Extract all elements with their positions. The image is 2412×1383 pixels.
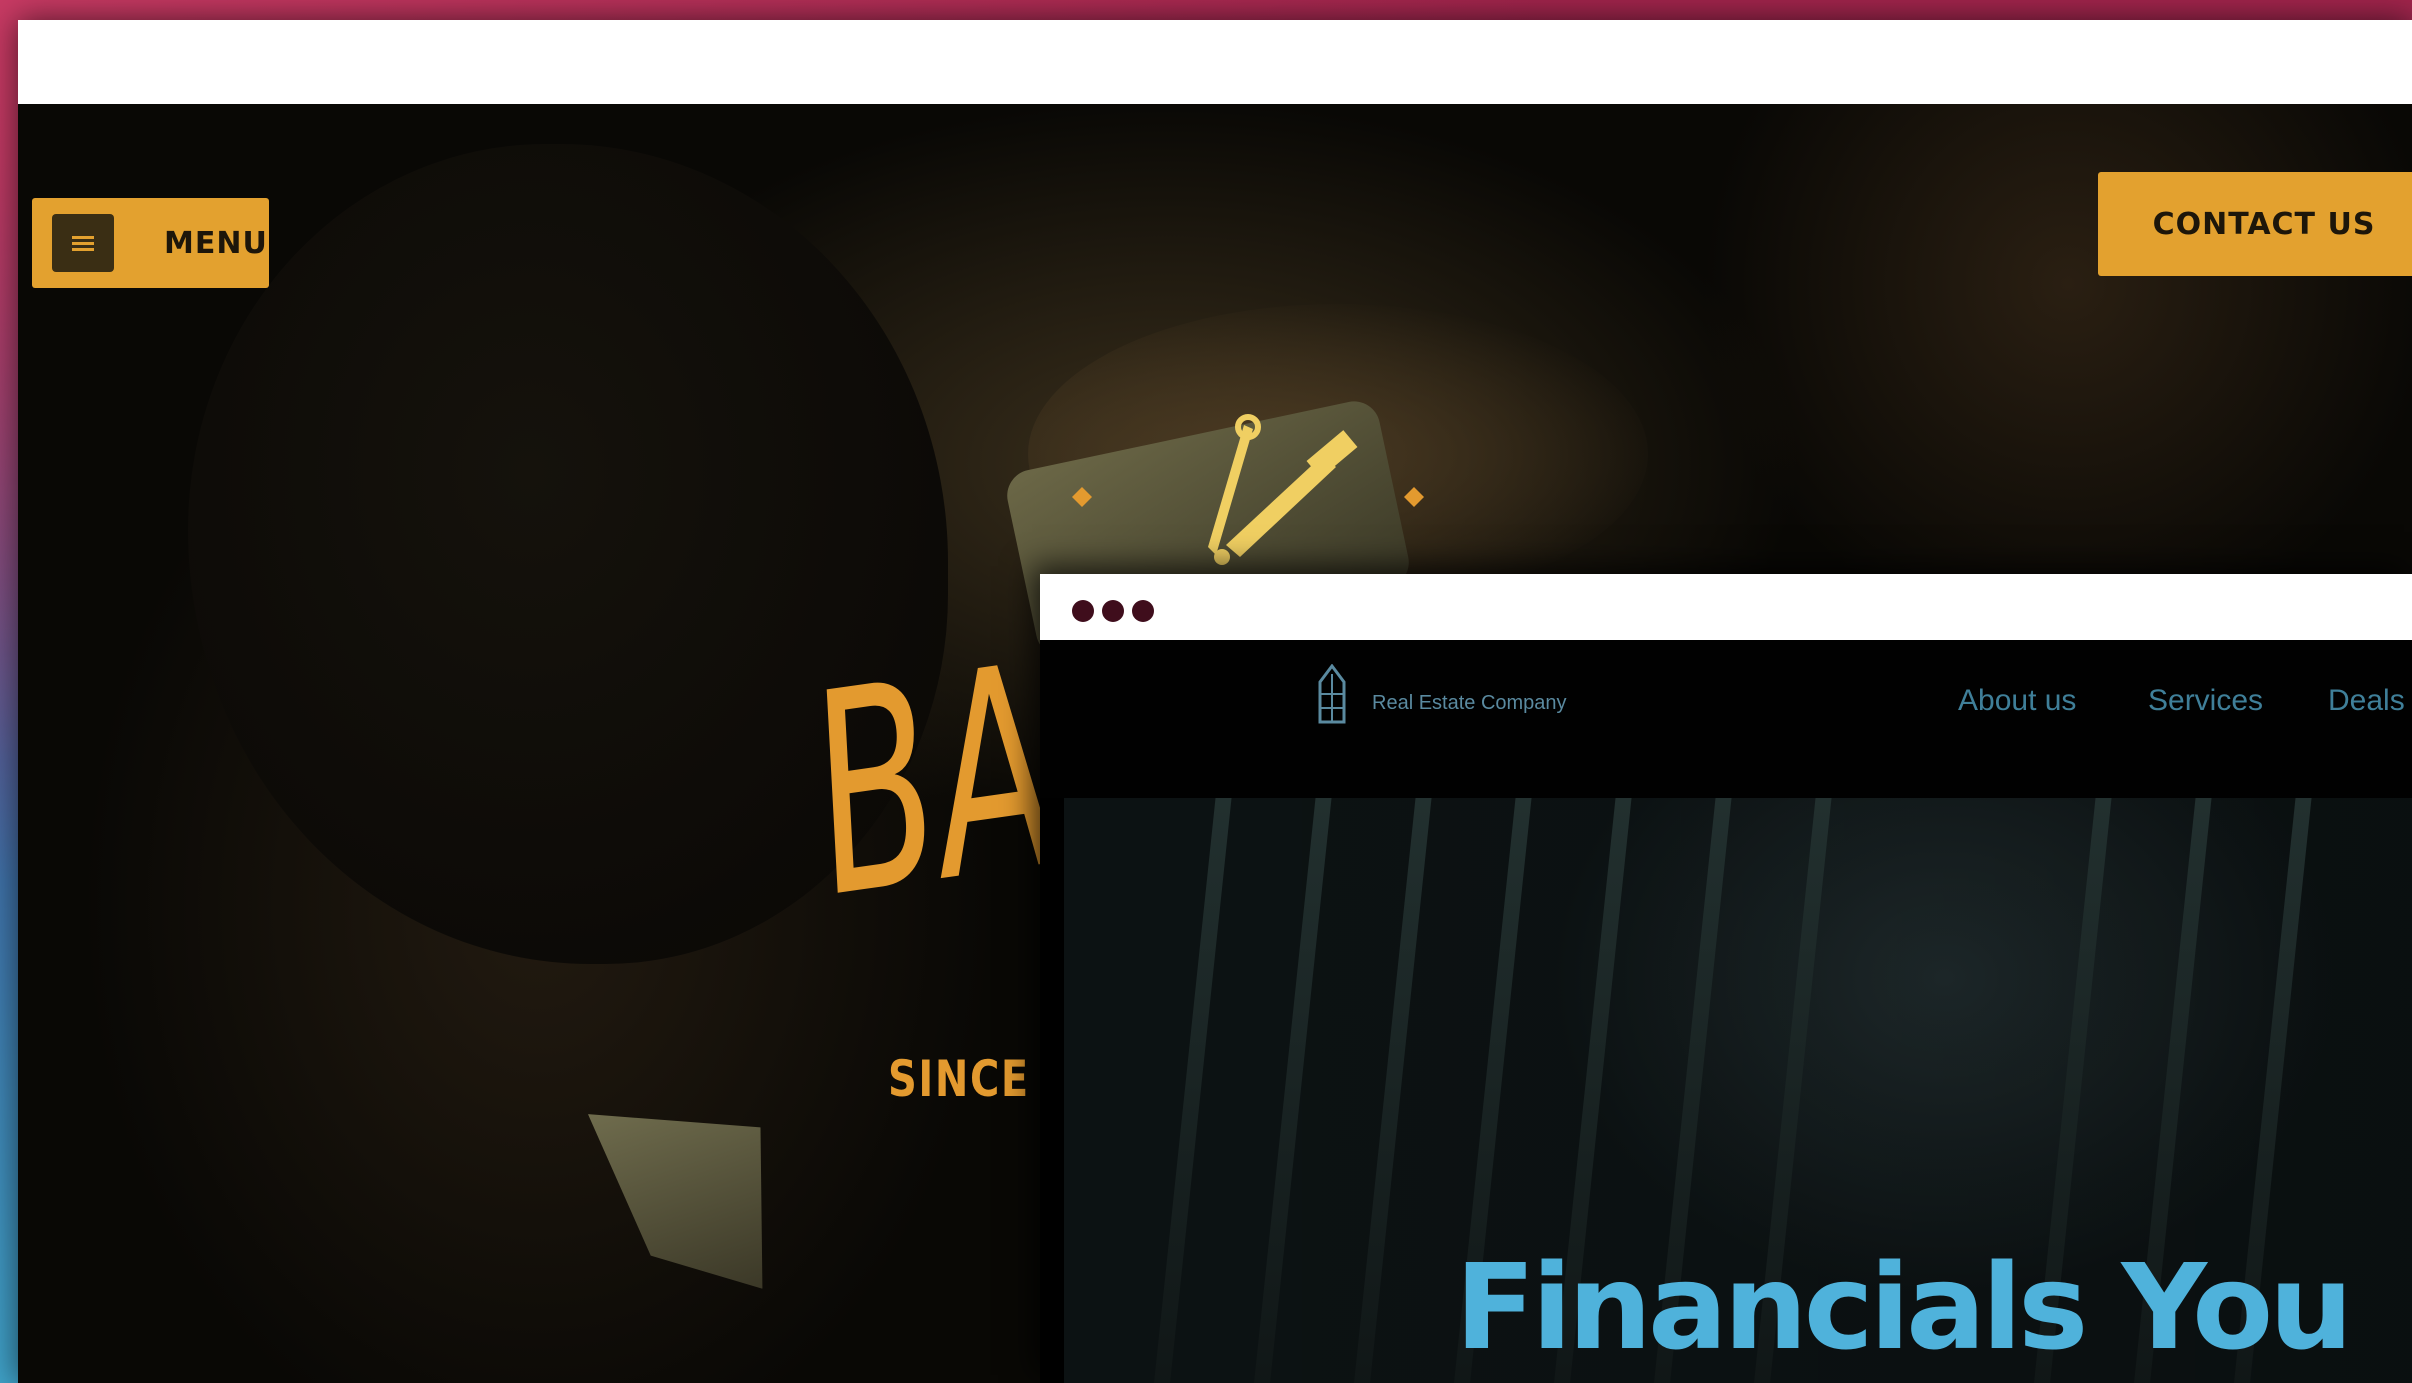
menu-button[interactable]: MENU [32,198,269,288]
menu-button-label: MENU [164,225,268,261]
barber-hero-subtitle: SINCE [888,1050,1030,1108]
real-estate-brand-name[interactable]: Real Estate Company [1372,692,1567,715]
razor-logo-icon [1072,414,1424,565]
window-dot-icon [1132,600,1154,622]
window-dot-icon [1102,600,1124,622]
barber-hero-title: BA [806,603,1062,962]
building-logo-icon [1318,664,1346,724]
nav-link-about-us[interactable]: About us [1958,684,2076,718]
real-estate-navbar [1040,640,2412,798]
hero-photo-railing [1252,798,1332,1383]
window-dot-icon [1072,600,1094,622]
contact-us-button[interactable]: CONTACT US [2098,172,2412,276]
real-estate-window-titlebar [1040,574,2412,640]
promo-collage: MENU CONTACT US BA SINCE Real Estate Com… [0,0,2412,1383]
hero-photo-railing [1152,798,1232,1383]
hero-photo-railing [1352,798,1432,1383]
hero-photo-collar [588,1065,808,1324]
nav-link-services[interactable]: Services [2148,684,2263,718]
hamburger-menu-icon [52,214,114,272]
barber-window-titlebar [18,20,2412,104]
real-estate-headline: Financials You [1455,1238,2353,1376]
nav-link-deals[interactable]: Deals [2328,684,2405,718]
